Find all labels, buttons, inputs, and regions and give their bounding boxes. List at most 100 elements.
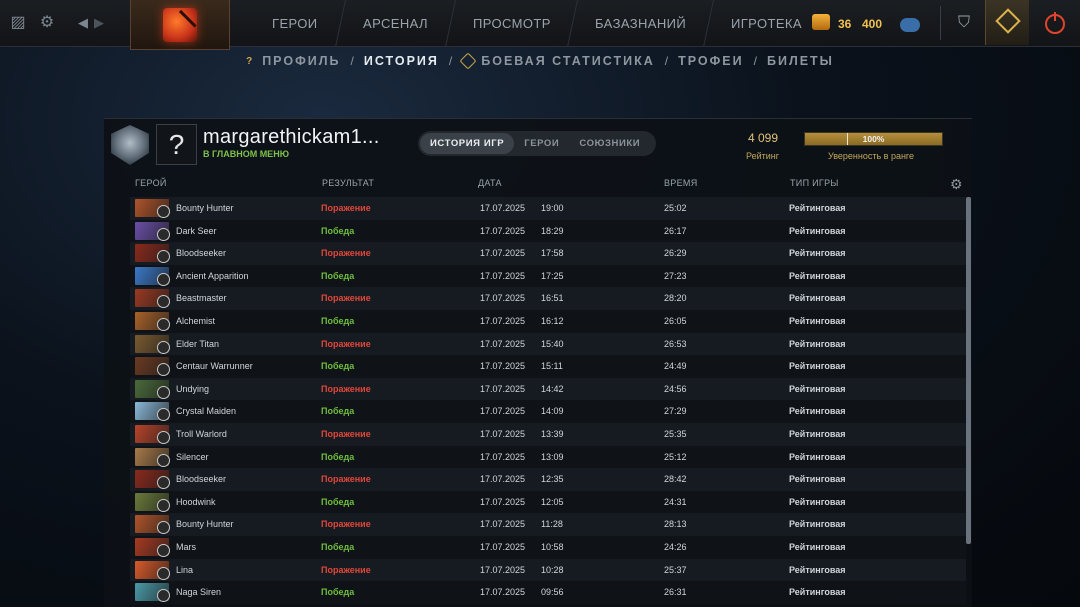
match-date: 17.07.2025 [480, 496, 526, 507]
hero-portrait [135, 199, 170, 218]
hero-portrait [135, 492, 170, 512]
subnav-profile[interactable]: ? ПРОФИЛЬ [246, 54, 340, 68]
match-date: 17.07.2025 [480, 293, 526, 304]
dota-logo-icon[interactable] [163, 8, 197, 42]
gear-icon[interactable]: ⚙ [38, 14, 56, 32]
table-row[interactable]: Crystal Maiden Победа 17.07.2025 14:09 27:29… [130, 400, 966, 423]
subnav-history[interactable]: ИСТОРИЯ [364, 54, 439, 68]
power-icon[interactable] [1045, 12, 1065, 34]
table-row[interactable]: Dark Seer Победа 17.07.2025 18:29 26:17 Рейти… [130, 219, 966, 243]
chat-icon[interactable] [900, 18, 920, 32]
nav-learn[interactable]: БАЗАЗНАНИЙ [567, 0, 714, 47]
subnav-tickets[interactable]: БИЛЕТЫ [767, 54, 834, 68]
shield-icon[interactable]: ⛉ [955, 14, 973, 32]
avatar[interactable]: ? [156, 124, 197, 165]
game-type: Рейтинговая [789, 315, 846, 326]
match-date: 17.07.2025 [480, 361, 526, 372]
match-start-time: 17:58 [541, 248, 564, 259]
hero-portrait [135, 515, 170, 535]
match-start-time: 13:39 [541, 428, 564, 439]
hero-portrait [135, 379, 170, 399]
plus-button[interactable] [985, 0, 1029, 45]
table-row[interactable]: Troll Warlord Поражение 17.07.2025 13:39 25:… [130, 422, 966, 446]
table-row[interactable]: Bounty Hunter Поражение 17.07.2025 11:28 28:… [130, 513, 966, 536]
subnav-combat-stats[interactable]: БОЕВАЯ СТАТИСТИКА [459, 52, 655, 70]
match-date: 17.07.2025 [480, 248, 526, 259]
match-result: Победа [321, 361, 355, 372]
rating-label: Рейтинг [746, 151, 780, 161]
game-type: Рейтинговая [789, 248, 846, 259]
nav-arcade[interactable]: ИГРОТЕКА [703, 0, 830, 47]
game-type: Рейтинговая [789, 451, 846, 462]
table-row[interactable]: Ancient Apparition Победа 17.07.2025 17:25 2… [130, 264, 966, 288]
match-result: Победа [321, 496, 355, 507]
subnav-trophies[interactable]: ТРОФЕИ [678, 54, 744, 68]
hero-portrait [135, 311, 170, 331]
table-row[interactable]: Hoodwink Победа 17.07.2025 12:05 24:31 Рейтин… [130, 490, 966, 514]
nav-watch[interactable]: ПРОСМОТР [444, 0, 578, 47]
match-start-time: 10:28 [541, 564, 564, 575]
game-type: Рейтинговая [789, 361, 846, 372]
match-start-time: 11:28 [541, 519, 563, 530]
table-row[interactable]: Elder Titan Поражение 17.07.2025 15:40 26:53… [130, 332, 966, 356]
match-duration: 26:53 [664, 338, 687, 349]
match-duration: 27:23 [664, 270, 687, 281]
table-row[interactable]: Lina Поражение 17.07.2025 10:28 25:37 Рейтинг… [130, 558, 966, 582]
game-type: Рейтинговая [789, 519, 846, 530]
shards-count: 400 [862, 17, 883, 31]
top-bar: ▨ ⚙ ◀ ▶ ГЕРОИ АРСЕНАЛ ПРОСМОТР БАЗАЗНАНИ… [0, 0, 1080, 50]
picture-icon[interactable]: ▨ [9, 14, 27, 32]
match-duration: 28:20 [664, 293, 687, 304]
scrollbar[interactable] [966, 197, 971, 544]
tab-match-history[interactable]: ИСТОРИЯ ИГР [420, 133, 515, 154]
match-duration: 25:02 [664, 203, 687, 213]
header-time[interactable]: ВРЕМЯ [664, 178, 698, 188]
nav-heroes[interactable]: ГЕРОИ [245, 0, 345, 47]
hero-portrait [135, 266, 170, 286]
match-duration: 24:26 [664, 541, 687, 552]
gear-icon[interactable]: ⚙ [950, 176, 963, 193]
table-header: ГЕРОЙ РЕЗУЛЬТАТ ДАТА ВРЕМЯ ТИП ИГРЫ [104, 170, 972, 196]
table-row[interactable]: Bloodseeker Поражение 17.07.2025 12:35 28:42… [130, 468, 966, 491]
match-duration: 26:05 [664, 315, 687, 326]
history-tabs: ИСТОРИЯ ИГР ГЕРОИ СОЮЗНИКИ [418, 131, 656, 156]
hero-name: Hoodwink [176, 496, 216, 507]
game-type: Рейтинговая [789, 474, 846, 485]
table-row[interactable]: Undying Поражение 17.07.2025 14:42 24:56 Рейт… [130, 377, 966, 401]
match-date: 17.07.2025 [480, 203, 526, 213]
match-result: Победа [321, 541, 355, 552]
tab-heroes[interactable]: ГЕРОИ [514, 133, 569, 154]
match-date: 17.07.2025 [480, 270, 526, 281]
hero-name: Dark Seer [176, 225, 217, 236]
game-type: Рейтинговая [789, 293, 846, 304]
table-row[interactable]: Naga Siren Победа 17.07.2025 09:56 26:31 Рейт… [130, 581, 966, 604]
nav-armory[interactable]: АРСЕНАЛ [334, 0, 455, 47]
header-result[interactable]: РЕЗУЛЬТАТ [322, 178, 374, 188]
table-row[interactable]: Centaur Warrunner Победа 17.07.2025 15:11 24… [130, 355, 966, 378]
hero-portrait [135, 244, 170, 264]
hero-portrait [135, 402, 170, 422]
table-row[interactable]: Alchemist Победа 17.07.2025 16:12 26:05 Рейти… [130, 309, 966, 333]
header-game-type[interactable]: ТИП ИГРЫ [790, 178, 839, 188]
match-date: 17.07.2025 [480, 315, 526, 326]
match-start-time: 15:11 [541, 361, 563, 372]
hero-portrait [135, 357, 170, 377]
table-row[interactable]: Silencer Победа 17.07.2025 13:09 25:12 Рейтин… [130, 445, 966, 469]
match-duration: 26:29 [664, 248, 687, 259]
header-date[interactable]: ДАТА [478, 178, 502, 188]
tab-allies[interactable]: СОЮЗНИКИ [569, 133, 650, 154]
game-type: Рейтинговая [789, 338, 846, 349]
match-result: Поражение [321, 338, 371, 349]
shards-icon[interactable] [812, 14, 830, 30]
hero-name: Beastmaster [176, 293, 227, 304]
hero-name: Elder Titan [176, 338, 220, 349]
header-hero[interactable]: ГЕРОЙ [135, 178, 167, 188]
table-row[interactable]: Bloodseeker Поражение 17.07.2025 17:58 26:29… [130, 242, 966, 265]
plus-icon [995, 8, 1021, 34]
table-row[interactable]: Bounty Hunter Поражение 17.07.2025 19:00 25:… [130, 197, 966, 220]
table-row[interactable]: Mars Победа 17.07.2025 10:58 24:26 Рейтингова… [130, 535, 966, 559]
forward-arrow-icon[interactable]: ▶ [90, 14, 108, 32]
separator: / [448, 54, 453, 68]
table-row[interactable]: Beastmaster Поражение 17.07.2025 16:51 28:20… [130, 287, 966, 310]
match-date: 17.07.2025 [480, 383, 526, 394]
